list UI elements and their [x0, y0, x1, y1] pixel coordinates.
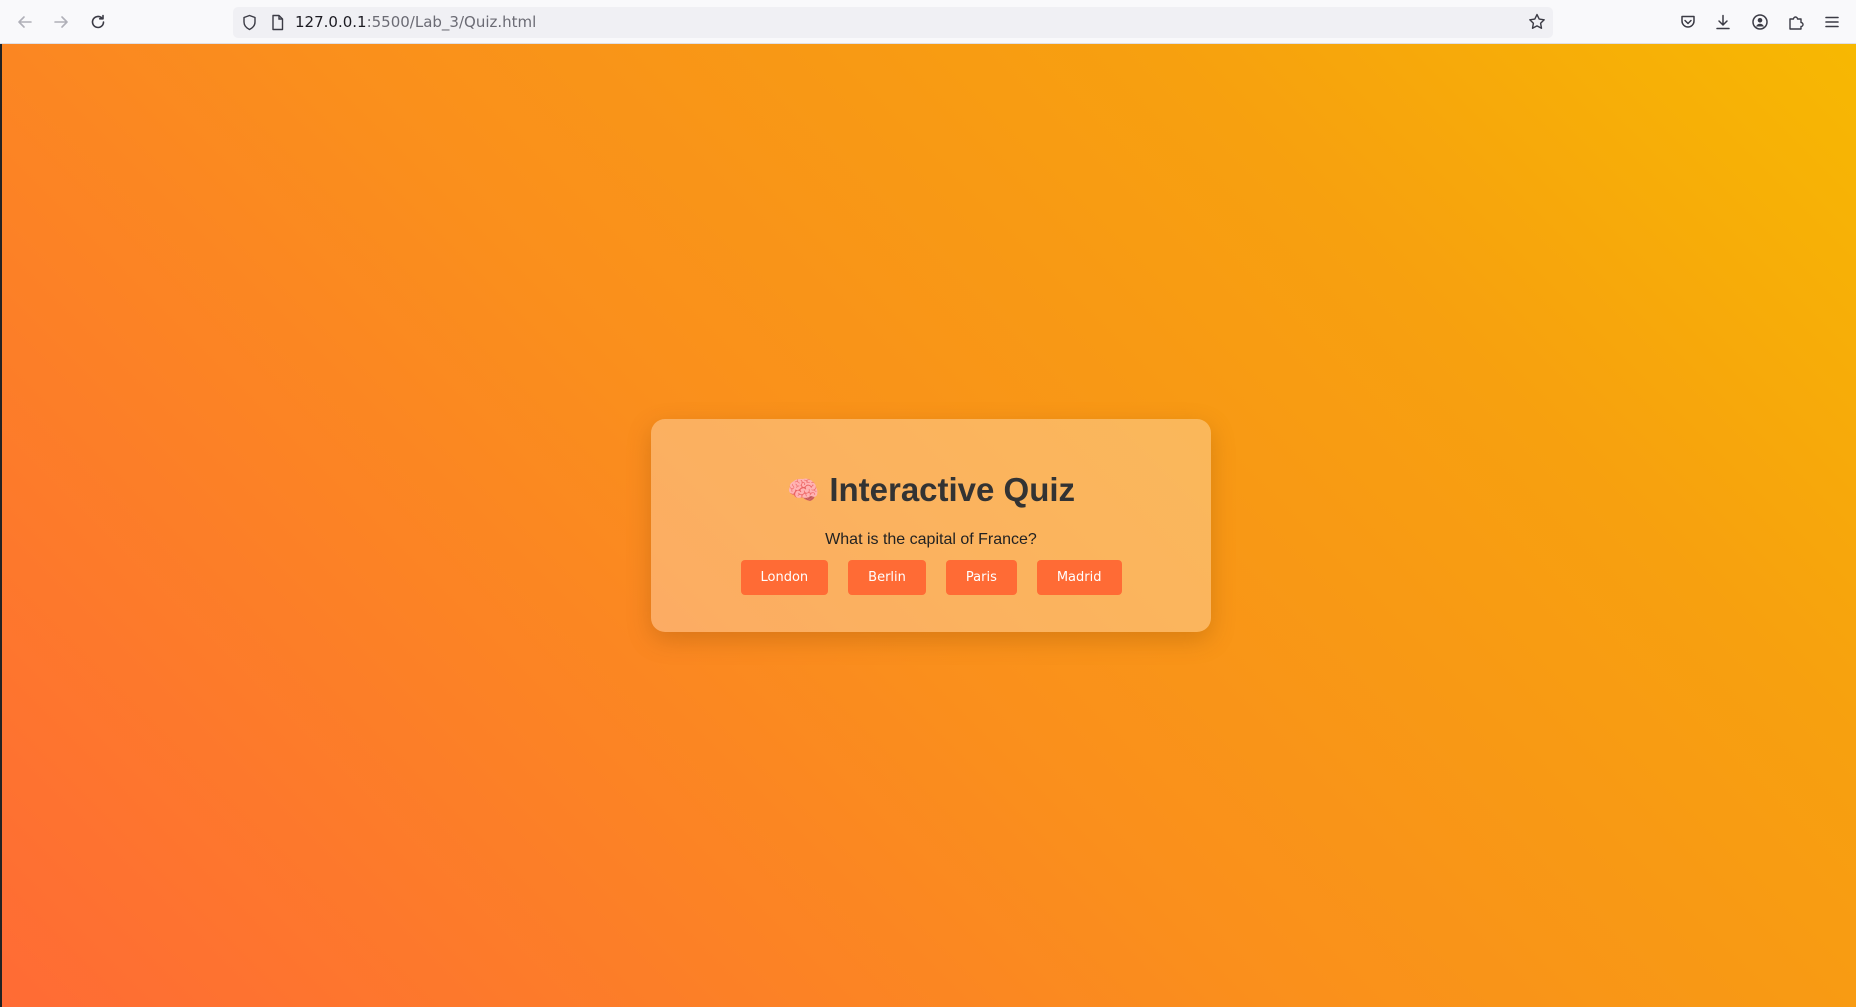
- page-viewport: 🧠 Interactive Quiz What is the capital o…: [0, 44, 1856, 1007]
- brain-icon: 🧠: [786, 475, 820, 505]
- page-info-icon[interactable]: [269, 14, 286, 31]
- quiz-title: 🧠 Interactive Quiz: [651, 470, 1211, 510]
- forward-arrow-icon[interactable]: [47, 8, 75, 36]
- answer-options: London Berlin Paris Madrid: [651, 560, 1211, 595]
- url-host: 127.0.0.1: [295, 13, 367, 31]
- bookmark-star-icon[interactable]: [1527, 12, 1547, 32]
- answer-madrid-button[interactable]: Madrid: [1036, 560, 1122, 595]
- answer-london-button[interactable]: London: [740, 560, 829, 595]
- reload-icon[interactable]: [84, 8, 112, 36]
- quiz-title-text: Interactive Quiz: [829, 471, 1076, 508]
- url-bar[interactable]: 127.0.0.1:5500/Lab_3/Quiz.html: [233, 7, 1553, 38]
- quiz-container: 🧠 Interactive Quiz What is the capital o…: [651, 419, 1211, 632]
- tracking-protection-shield-icon[interactable]: [241, 14, 258, 31]
- hamburger-menu-icon[interactable]: [1818, 8, 1846, 36]
- back-arrow-icon[interactable]: [11, 8, 39, 36]
- extensions-icon[interactable]: [1782, 8, 1810, 36]
- url-path: :5500/Lab_3/Quiz.html: [366, 13, 537, 31]
- account-icon[interactable]: [1746, 8, 1774, 36]
- answer-paris-button[interactable]: Paris: [945, 560, 1017, 595]
- answer-berlin-button[interactable]: Berlin: [848, 560, 926, 595]
- quiz-question: What is the capital of France?: [825, 531, 1037, 548]
- download-icon[interactable]: [1709, 8, 1737, 36]
- browser-toolbar: 127.0.0.1:5500/Lab_3/Quiz.html: [0, 0, 1856, 44]
- url-text[interactable]: 127.0.0.1:5500/Lab_3/Quiz.html: [295, 13, 536, 32]
- pocket-icon[interactable]: [1674, 8, 1702, 36]
